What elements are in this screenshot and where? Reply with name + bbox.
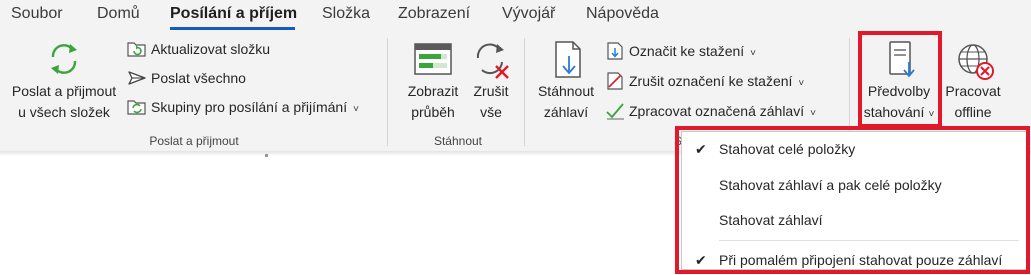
mark-to-download-label: Označit ke stažení ˅ — [629, 41, 756, 64]
tab-folder[interactable]: Složka — [322, 5, 370, 23]
resize-mark — [265, 154, 268, 157]
globe-offline-icon — [955, 41, 995, 85]
send-receive-all-button[interactable]: Poslat a přijmout u všech složek — [2, 38, 126, 128]
sync-icon — [46, 40, 82, 82]
tab-view[interactable]: Zobrazení — [398, 5, 470, 23]
chevron-down-icon: ˅ — [798, 78, 805, 89]
group-label-download: Stáhnout — [433, 134, 483, 148]
folder-refresh-icon — [127, 40, 147, 58]
tab-developer[interactable]: Vývojář — [502, 5, 555, 23]
mark-download-icon — [605, 42, 625, 60]
menu-separator — [719, 240, 1019, 241]
process-headers-icon — [605, 102, 625, 120]
checkmark-icon: ✔ — [695, 252, 707, 268]
ribbon-tabs: Soubor Domů Posílání a příjem Složka Zob… — [0, 0, 1031, 30]
download-preferences-icon — [887, 40, 917, 84]
menu-item-label: Při pomalém připojení stahovat pouze záh… — [719, 252, 1003, 268]
download-headers-button[interactable]: Stáhnout záhlaví — [533, 38, 599, 128]
send-receive-all-label-1: Poslat a přijmout — [11, 83, 117, 99]
menu-item-label: Stahovat záhlaví a pak celé položky — [719, 177, 942, 193]
tab-file[interactable]: Soubor — [11, 5, 63, 23]
show-progress-label-2: průběh — [411, 104, 455, 120]
checkmark-icon: ✔ — [695, 141, 707, 157]
update-folder-label: Aktualizovat složku — [151, 41, 271, 57]
work-offline-button[interactable]: Pracovat offline — [943, 38, 1003, 128]
menu-item-download-full-items[interactable]: ✔ Stahovat celé položky — [682, 133, 1028, 169]
send-receive-all-label-2: u všech složek — [18, 104, 110, 120]
cancel-all-button[interactable]: Zrušit vše — [468, 38, 514, 128]
menu-item-download-headers-then-full[interactable]: Stahovat záhlaví a pak celé položky — [682, 169, 1028, 205]
menu-item-label: Stahovat celé položky — [719, 141, 856, 157]
group-separator — [387, 38, 388, 146]
send-all-label: Poslat všechno — [151, 70, 246, 86]
cancel-all-label-2: vše — [480, 104, 502, 120]
download-headers-label-1: Stáhnout — [537, 83, 595, 99]
menu-item-slow-connection-headers-only[interactable]: ✔ Při pomalém připojení stahovat pouze z… — [682, 244, 1028, 275]
chevron-down-icon: ˅ — [928, 109, 935, 120]
tab-send-receive[interactable]: Posílání a příjem — [170, 5, 297, 23]
show-progress-button[interactable]: Zobrazit průběh — [398, 38, 468, 128]
unmark-to-download-label: Zrušit označení ke stažení ˅ — [629, 71, 804, 94]
menu-item-label: Stahovat záhlaví — [719, 212, 823, 228]
progress-icon — [413, 42, 453, 82]
cancel-all-label-1: Zrušit — [473, 83, 509, 99]
send-receive-groups-label: Skupiny pro posílání a přijímání ˅ — [151, 97, 359, 120]
work-offline-label-1: Pracovat — [945, 83, 1001, 99]
group-separator — [524, 38, 525, 146]
download-preferences-label-2: stahování ˅ — [857, 103, 941, 124]
tab-help[interactable]: Nápověda — [586, 5, 659, 23]
process-marked-headers-label: Zpracovat označená záhlaví ˅ — [629, 101, 816, 124]
folder-sync-icon — [127, 98, 147, 116]
group-label-send-receive: Poslat a přijmout — [149, 134, 239, 148]
chevron-down-icon: ˅ — [750, 48, 757, 59]
cancel-sync-icon — [472, 40, 512, 84]
chevron-down-icon: ˅ — [810, 108, 816, 119]
send-icon — [127, 69, 147, 87]
work-offline-label-2: offline — [954, 104, 992, 120]
download-preferences-menu: ✔ Stahovat celé položky Stahovat záhlaví… — [681, 131, 1027, 270]
chevron-down-icon: ˅ — [353, 104, 359, 115]
download-headers-label-2: záhlaví — [543, 104, 589, 120]
download-preferences-button[interactable]: Předvolby stahování ˅ — [857, 34, 941, 126]
menu-item-download-headers[interactable]: Stahovat záhlaví — [682, 204, 1028, 240]
group-separator — [849, 38, 850, 146]
unmark-download-icon — [605, 72, 625, 90]
download-preferences-label-1: Předvolby — [867, 83, 931, 99]
download-headers-icon — [553, 40, 585, 84]
show-progress-label-1: Zobrazit — [407, 83, 459, 99]
tab-home[interactable]: Domů — [97, 5, 140, 23]
